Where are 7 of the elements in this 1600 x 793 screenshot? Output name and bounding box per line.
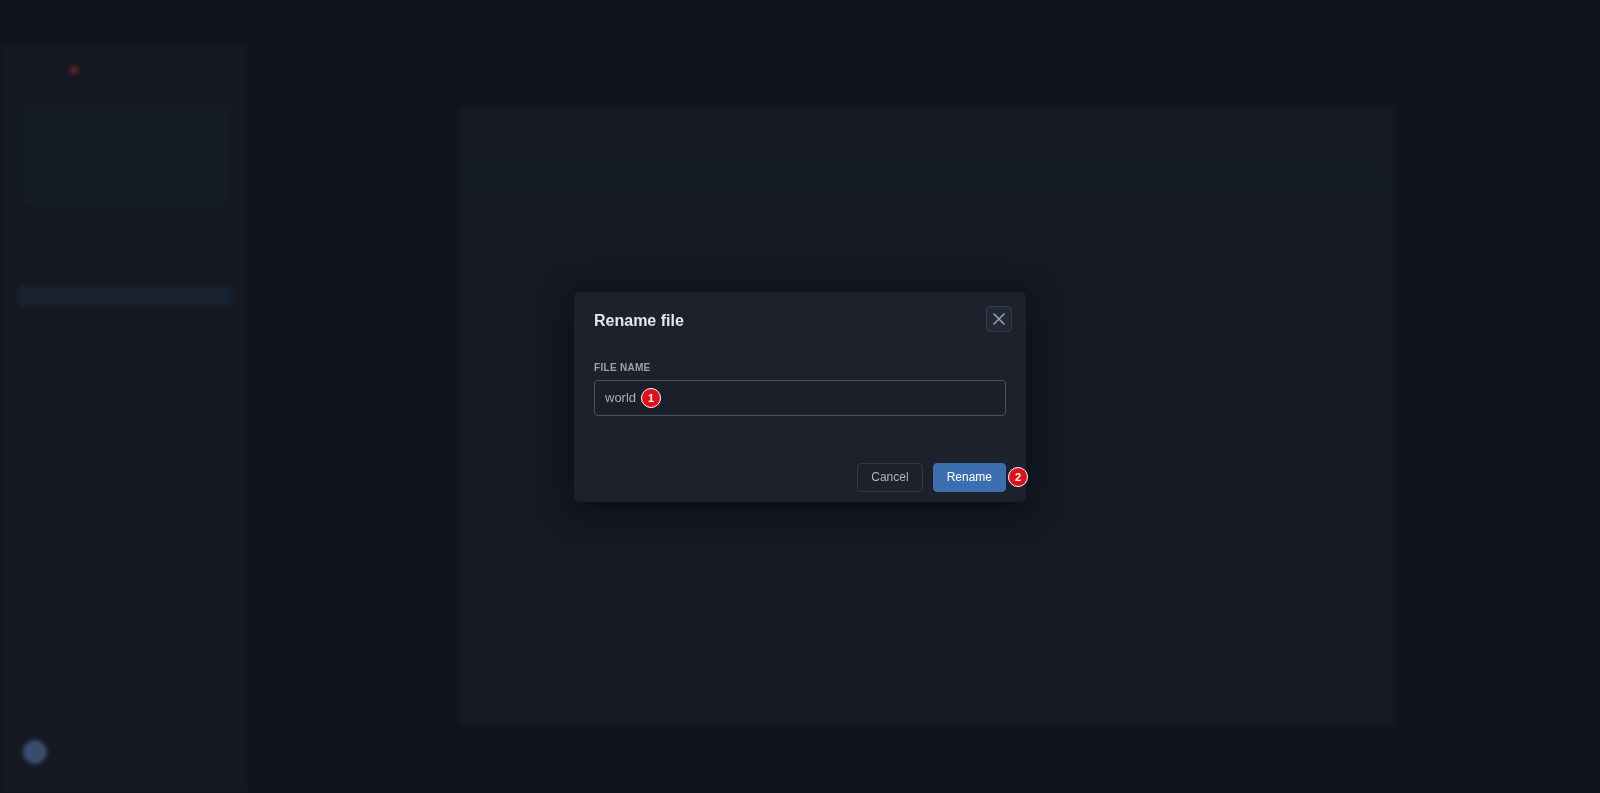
dialog-title: Rename file [594,310,684,330]
rename-button[interactable]: Rename [932,462,1006,492]
field-label: FILE NAME [594,361,652,373]
close-button[interactable] [986,305,1012,332]
cancel-button[interactable]: Cancel [857,462,923,492]
close-icon [993,312,1005,325]
step-marker: 2 [1008,466,1028,487]
